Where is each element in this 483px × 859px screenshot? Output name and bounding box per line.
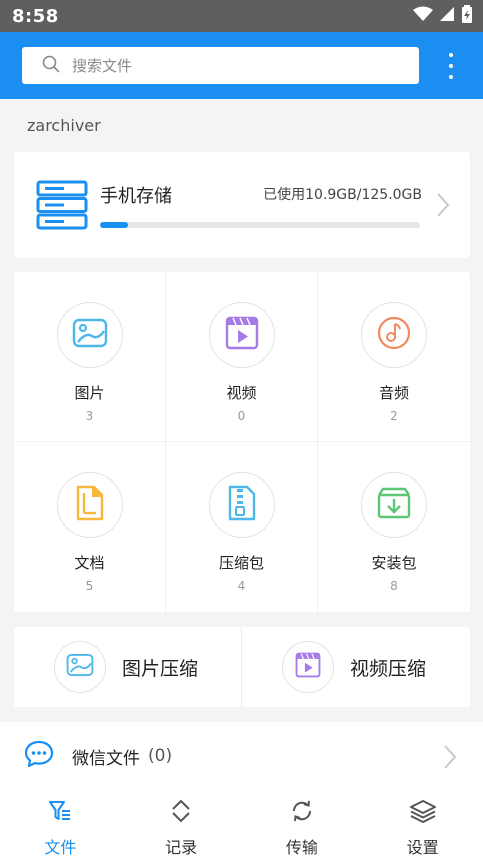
chevron-right-icon [436, 192, 450, 222]
image-compress-button[interactable]: 图片压缩 [14, 627, 242, 707]
image-icon [72, 318, 108, 352]
storage-usage: 已使用10.9GB/125.0GB [263, 187, 422, 203]
battery-icon [461, 5, 473, 27]
video-compress-icon [295, 652, 321, 682]
wechat-chat-icon [24, 740, 54, 772]
signal-icon [439, 6, 455, 26]
image-compress-icon [66, 653, 94, 681]
app-label: zarchiver [27, 116, 101, 135]
category-name: 视频 [226, 384, 257, 402]
storage-progress-bar [100, 222, 420, 228]
category-count: 4 [237, 579, 246, 593]
phone-storage-card[interactable]: 手机存储 已使用10.9GB/125.0GB [14, 152, 470, 258]
music-icon [376, 315, 412, 355]
wechat-files-label: 微信文件 [72, 748, 140, 769]
compress-label: 图片压缩 [122, 657, 199, 680]
archive-icon [227, 485, 257, 525]
category-icon-circle [208, 472, 275, 538]
bottom-nav: 文件 记录 传输 设置 [0, 790, 483, 859]
category-images[interactable]: 图片 3 [14, 272, 166, 442]
category-count: 0 [237, 409, 246, 423]
more-dot-icon [449, 53, 453, 57]
nav-label: 传输 [285, 838, 318, 857]
category-count: 5 [85, 579, 94, 593]
compress-tools: 图片压缩 视频压缩 [14, 627, 470, 707]
nav-history[interactable]: 记录 [121, 790, 242, 859]
status-bar: 8:58 [0, 0, 483, 32]
category-grid: 图片 3 视频 0 音频 2 文档 5 压缩包 4 安装包 8 [14, 272, 470, 612]
category-icon-circle [361, 302, 427, 368]
compress-icon-circle [282, 641, 334, 693]
category-icon-circle [361, 472, 427, 538]
category-count: 8 [390, 579, 398, 593]
compress-label: 视频压缩 [350, 657, 427, 680]
file-filter-icon [47, 798, 73, 828]
package-icon [377, 487, 411, 523]
wifi-icon [413, 6, 433, 26]
category-documents[interactable]: 文档 5 [14, 442, 166, 612]
more-dot-icon [449, 75, 453, 79]
more-menu-button[interactable] [436, 50, 466, 82]
document-icon [75, 485, 105, 525]
nav-label: 文件 [44, 838, 77, 857]
header [0, 32, 483, 99]
category-count: 3 [85, 409, 94, 423]
category-name: 文档 [74, 554, 105, 572]
category-name: 压缩包 [218, 554, 264, 572]
nav-transfer[interactable]: 传输 [242, 790, 363, 859]
screen: 8:58 zarchiver [0, 0, 483, 859]
category-icon-circle [208, 302, 275, 368]
search-box[interactable] [22, 47, 419, 84]
category-archives[interactable]: 压缩包 4 [166, 442, 318, 612]
nav-label: 设置 [406, 838, 439, 857]
category-count: 2 [390, 409, 398, 423]
status-time: 8:58 [12, 5, 59, 27]
storage-title: 手机存储 [100, 186, 172, 207]
video-compress-button[interactable]: 视频压缩 [242, 627, 470, 707]
category-icon-circle [56, 302, 123, 368]
category-videos[interactable]: 视频 0 [166, 272, 318, 442]
category-icon-circle [56, 472, 123, 538]
category-name: 音频 [378, 384, 409, 402]
nav-label: 记录 [165, 838, 198, 857]
category-audio[interactable]: 音频 2 [318, 272, 470, 442]
nav-files[interactable]: 文件 [0, 790, 121, 859]
status-icons [413, 5, 473, 27]
wechat-files-row[interactable]: 微信文件 (0) [0, 722, 483, 790]
category-name: 安装包 [371, 554, 417, 572]
category-name: 图片 [74, 384, 105, 402]
nav-settings[interactable]: 设置 [362, 790, 483, 859]
storage-server-icon [36, 180, 88, 234]
search-icon [42, 55, 60, 77]
search-input[interactable] [72, 56, 392, 75]
chevron-right-icon [443, 744, 457, 774]
more-dot-icon [449, 64, 453, 68]
category-packages[interactable]: 安装包 8 [318, 442, 470, 612]
layers-icon [409, 798, 437, 828]
video-icon [225, 316, 259, 354]
history-icon [168, 798, 194, 828]
storage-progress-fill [100, 222, 128, 228]
wechat-files-count: (0) [148, 746, 173, 766]
compress-icon-circle [54, 641, 106, 693]
transfer-icon [289, 798, 315, 828]
